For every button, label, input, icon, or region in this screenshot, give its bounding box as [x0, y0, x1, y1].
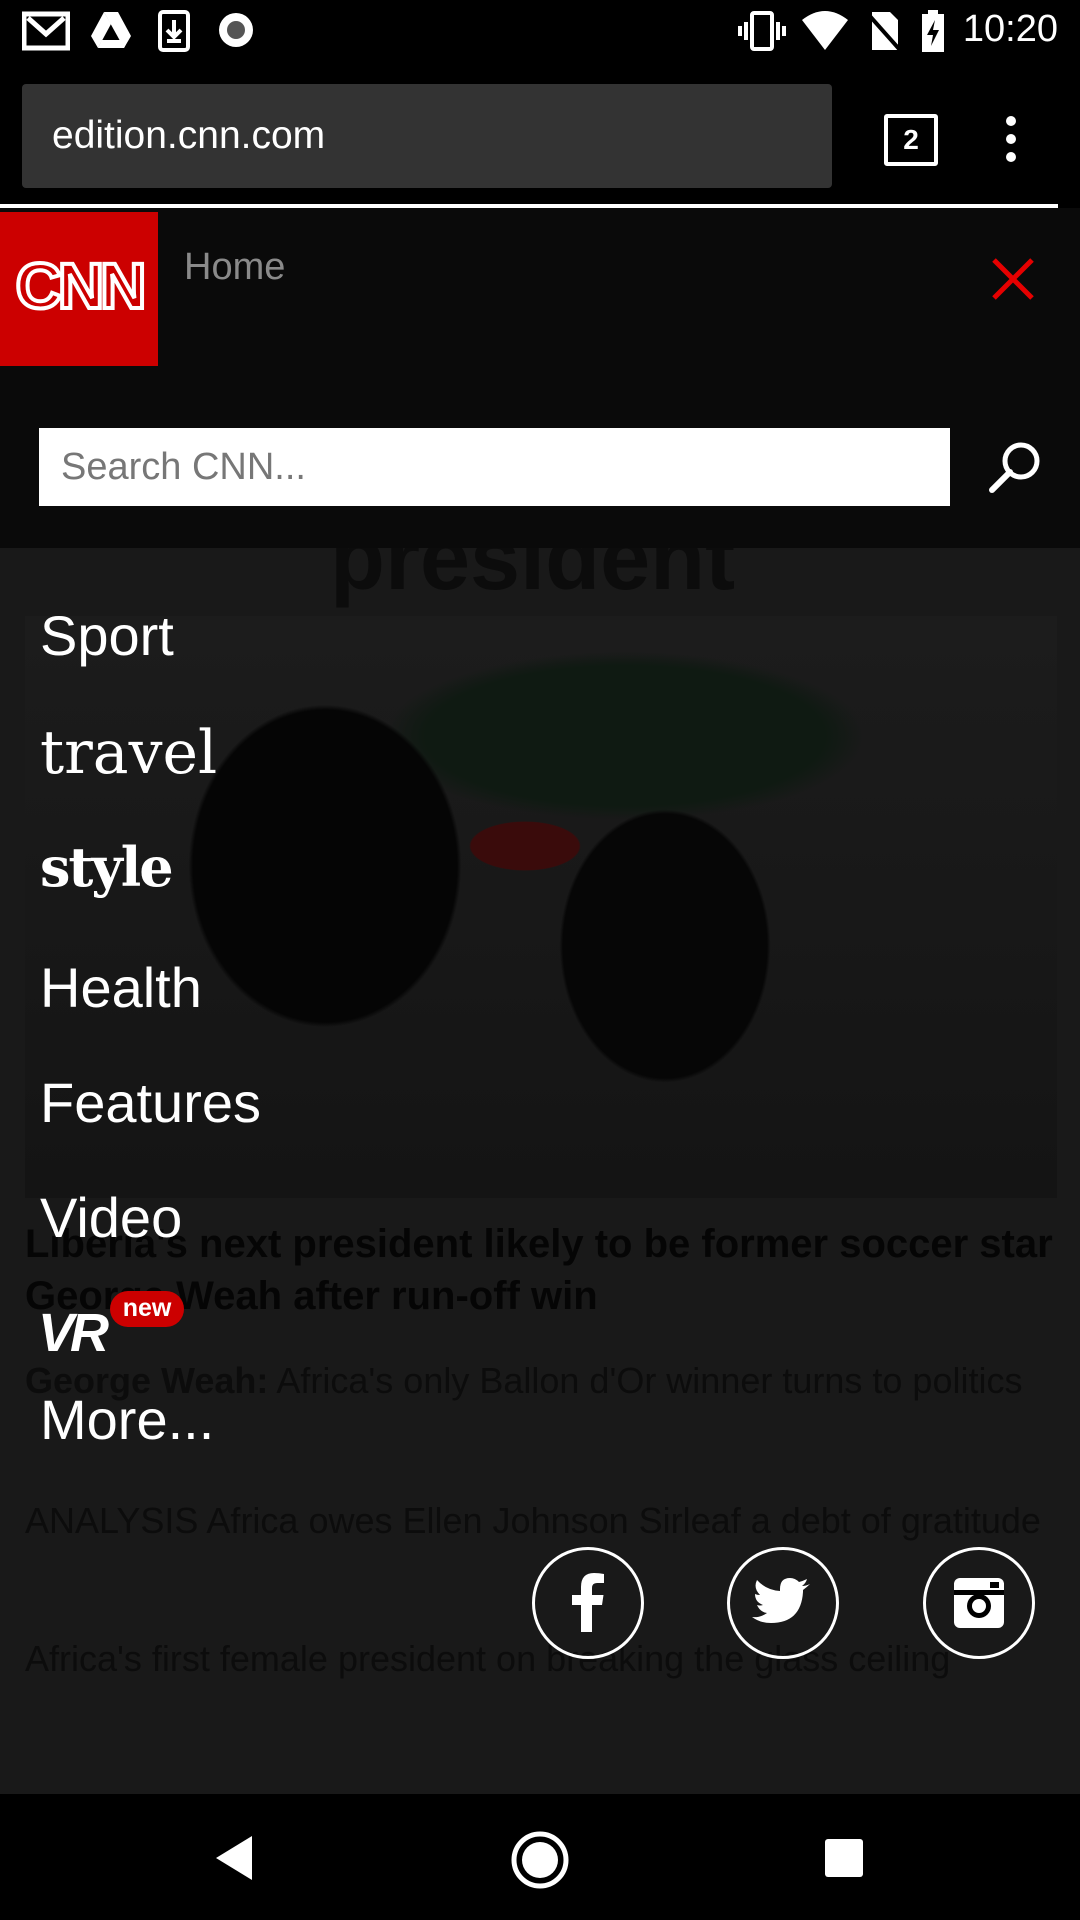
search-input[interactable] — [39, 428, 950, 506]
bg-sub1-text: Africa's only Ballon d'Or winner turns t… — [276, 1360, 1023, 1401]
close-icon[interactable] — [990, 256, 1036, 302]
status-time: 10:20 — [962, 8, 1058, 50]
instagram-icon — [954, 1578, 1004, 1628]
back-icon[interactable] — [212, 1834, 256, 1882]
home-link[interactable]: Home — [184, 246, 285, 289]
twitter-icon — [752, 1578, 810, 1623]
recents-icon[interactable] — [824, 1838, 864, 1878]
record-icon — [219, 13, 253, 47]
bg-article-sub2: ANALYSIS Africa owes Ellen Johnson Sirle… — [25, 1500, 1041, 1541]
vibrate-icon — [738, 11, 786, 51]
nav-menu-header: CNN Home — [0, 208, 1080, 548]
cnn-logo-mark: CNN — [14, 248, 149, 324]
facebook-button[interactable] — [532, 1547, 644, 1659]
instagram-button[interactable] — [923, 1547, 1035, 1659]
search-icon[interactable] — [988, 440, 1042, 494]
new-badge: new — [110, 1291, 184, 1327]
menu-item-features[interactable]: Features — [40, 1070, 261, 1135]
menu-item-more[interactable]: More... — [40, 1387, 214, 1452]
more-vert-icon[interactable] — [1004, 116, 1018, 170]
cnn-logo-text: CNN — [16, 250, 143, 322]
status-bar: 10:20 — [0, 0, 1080, 64]
tab-switcher-button[interactable]: 2 — [884, 114, 938, 166]
battery-charging-icon — [922, 10, 944, 52]
drive-icon — [91, 12, 131, 48]
menu-item-travel[interactable]: travel — [40, 718, 217, 788]
home-icon[interactable] — [510, 1830, 570, 1890]
url-bar[interactable]: edition.cnn.com — [22, 84, 832, 188]
menu-item-video[interactable]: Video — [40, 1185, 182, 1250]
menu-item-sport[interactable]: Sport — [40, 603, 174, 668]
download-icon — [158, 10, 190, 52]
menu-item-health[interactable]: Health — [40, 955, 202, 1020]
menu-item-style[interactable]: style — [40, 835, 174, 899]
twitter-button[interactable] — [727, 1547, 839, 1659]
browser-toolbar: edition.cnn.com 2 — [0, 64, 1080, 204]
facebook-icon — [572, 1573, 604, 1632]
gmail-icon — [22, 11, 70, 51]
cnn-logo[interactable]: CNN — [0, 212, 158, 366]
system-nav-bar — [0, 1794, 1080, 1920]
menu-item-vr[interactable]: VR — [38, 1302, 109, 1364]
wifi-icon — [802, 11, 848, 50]
no-sim-icon — [866, 12, 902, 52]
